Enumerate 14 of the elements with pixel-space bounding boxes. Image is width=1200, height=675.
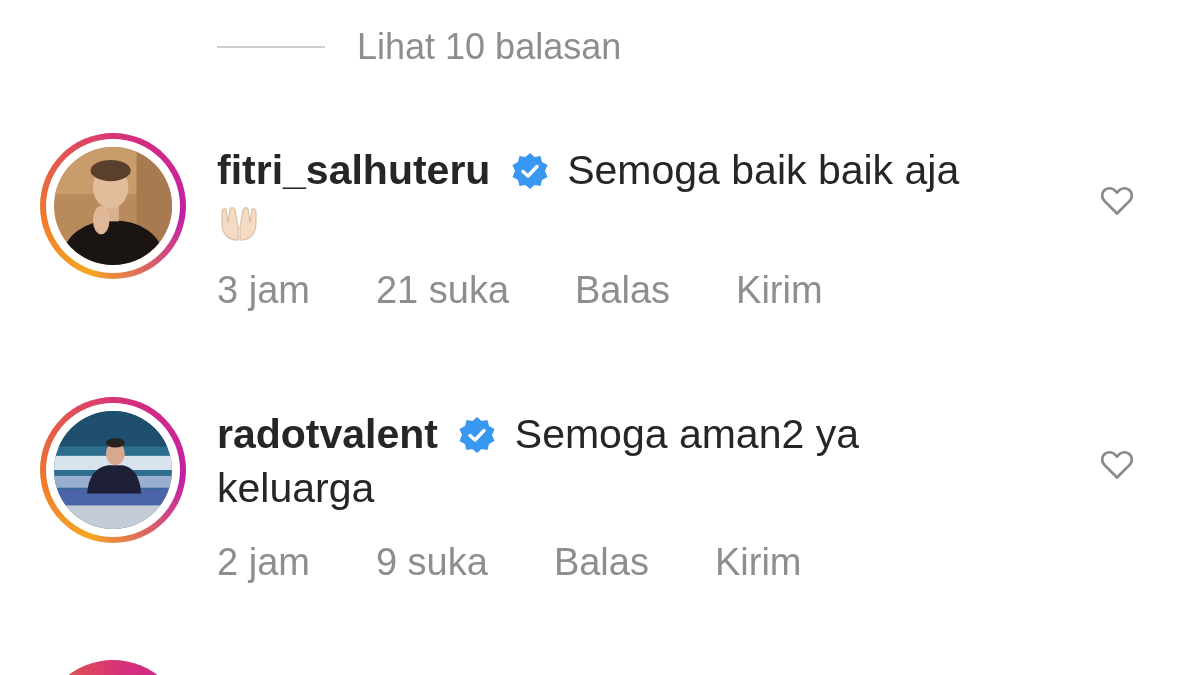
comment-action-link[interactable]: Balas xyxy=(575,269,671,312)
comment-action-link[interactable]: Kirim xyxy=(714,541,802,584)
comment-action-link[interactable]: Balas xyxy=(553,541,649,584)
username[interactable]: fitri_salhuteru xyxy=(217,147,491,193)
comment-time: 2 jam xyxy=(217,541,310,584)
like-count[interactable]: 21 suka xyxy=(375,269,509,312)
comment-text: Semoga baik baik aja xyxy=(567,147,960,193)
like-count[interactable]: 9 suka xyxy=(375,541,488,584)
username[interactable]: radotvalent xyxy=(217,411,438,457)
view-replies-link[interactable]: Lihat 10 balasan xyxy=(357,26,622,68)
comment-text: Semoga aman2 ya xyxy=(514,411,859,457)
comment-action-link[interactable]: Kirim xyxy=(736,269,823,312)
comment-text: keluarga xyxy=(217,465,375,511)
comment-time: 3 jam xyxy=(217,269,310,312)
